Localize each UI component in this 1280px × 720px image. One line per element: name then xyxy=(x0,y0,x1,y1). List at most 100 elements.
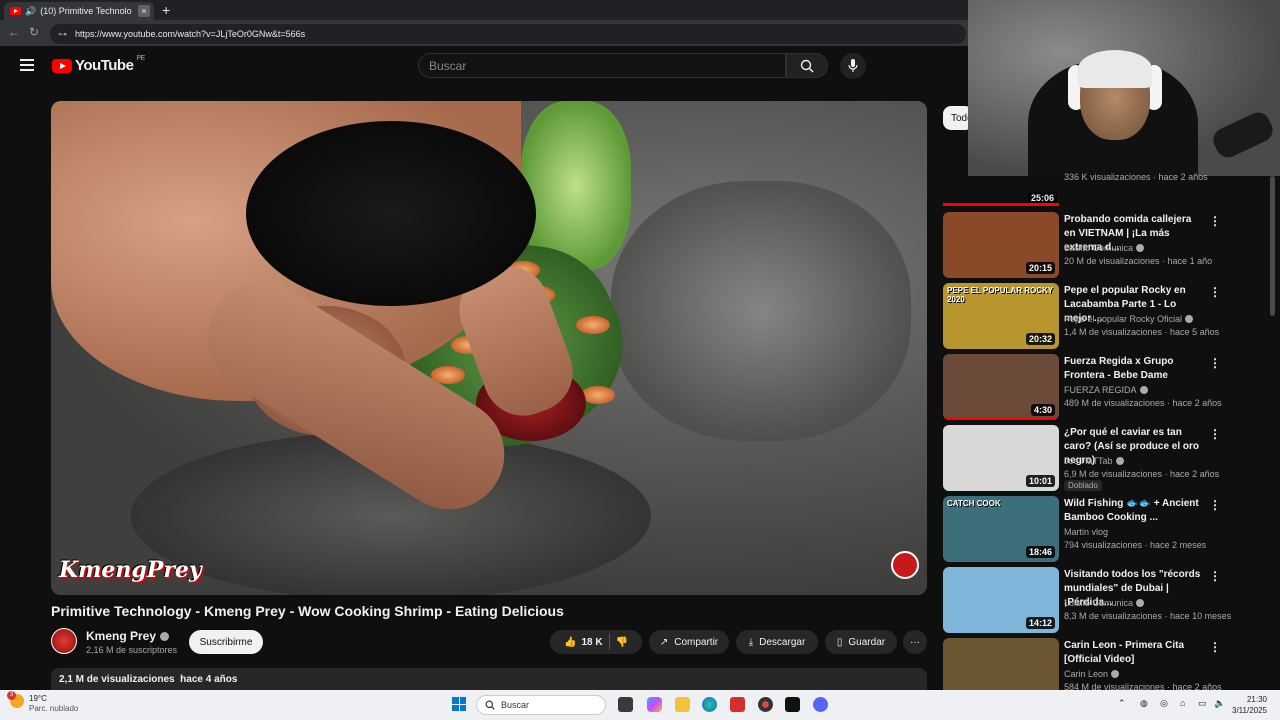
watch-progress xyxy=(943,417,1059,420)
search-button[interactable] xyxy=(786,53,828,78)
windows-start-icon[interactable] xyxy=(452,697,466,711)
youtube-logo[interactable]: YouTube PE xyxy=(52,55,145,74)
new-tab-button[interactable]: + xyxy=(162,2,170,18)
description-box[interactable]: 2,1 M de visualizaciones hace 4 años xyxy=(51,668,927,690)
thumbs-up-icon: 👍 xyxy=(563,636,577,648)
tab-close-icon[interactable]: × xyxy=(138,5,150,17)
url-text: https://www.youtube.com/watch?v=JLjTeOr0… xyxy=(75,29,306,39)
taskbar-search[interactable]: Buscar xyxy=(476,695,606,715)
recommended-channel[interactable]: Martin vlog xyxy=(1064,527,1108,537)
file-explorer-icon[interactable] xyxy=(675,697,690,712)
recommended-channel[interactable]: Luisito Comunica xyxy=(1064,243,1145,253)
volume-icon[interactable]: 🔈 xyxy=(1214,698,1225,709)
copilot-icon[interactable] xyxy=(647,697,662,712)
video-thumbnail[interactable]: 4:30 xyxy=(943,354,1059,420)
save-button[interactable]: ▯ Guardar xyxy=(825,630,897,654)
sidebar-scrollbar[interactable] xyxy=(1270,176,1275,316)
dislike-button[interactable]: 👎 xyxy=(616,637,628,648)
rock-shape xyxy=(611,181,911,441)
more-options-icon[interactable]: ⋮ xyxy=(1209,214,1221,228)
more-options-icon[interactable]: ⋮ xyxy=(1209,285,1221,299)
channel-watermark: KmengPrey xyxy=(59,557,202,583)
more-options-icon[interactable]: ⋮ xyxy=(1209,427,1221,441)
address-bar[interactable]: ⊶ https://www.youtube.com/watch?v=JLjTeO… xyxy=(50,24,966,44)
search-input[interactable]: Buscar xyxy=(418,53,786,78)
app-icon[interactable] xyxy=(730,697,745,712)
system-clock[interactable]: 21:30 3/11/2025 xyxy=(1232,694,1267,716)
edge-browser-icon[interactable] xyxy=(702,697,717,712)
recommended-channel[interactable]: Luisito Comunica xyxy=(1064,598,1145,608)
recommended-video[interactable]: 20:15 Probando comida callejera en VIETNA… xyxy=(943,212,1273,278)
webcam-overlay xyxy=(968,0,1280,176)
subscribe-button[interactable]: Suscribirme xyxy=(189,630,263,654)
streamer-cap xyxy=(1078,50,1152,88)
recommended-video[interactable]: 10:01 ¿Por qué el caviar es tan caro? (As… xyxy=(943,425,1273,491)
reload-icon[interactable]: ↻ xyxy=(29,25,39,39)
search-placeholder: Buscar xyxy=(429,58,467,73)
like-count: 18 K xyxy=(581,636,603,648)
browser-tab[interactable]: 🔊 (10) Primitive Technology - K × xyxy=(4,2,154,20)
recommended-channel[interactable]: Carin Leon xyxy=(1064,669,1120,679)
share-label: Compartir xyxy=(674,636,719,648)
recommended-video-meta: 6,9 M de visualizaciones · hace 2 años xyxy=(1064,469,1220,479)
recommended-video-title[interactable]: Wild Fishing 🐟🐟 + Ancient Bamboo Cooking… xyxy=(1064,497,1204,525)
tray-app-icon[interactable]: ◍ xyxy=(1140,698,1148,709)
video-thumbnail[interactable]: PEPE EL POPULAR ROCKY 2020 20:32 xyxy=(943,283,1059,349)
verified-icon xyxy=(1136,599,1145,607)
recommended-video[interactable]: 14:12 Visitando todos los "récords mundia… xyxy=(943,567,1273,633)
download-button[interactable]: ⤓ Descargar xyxy=(736,630,818,654)
channel-branding-icon[interactable] xyxy=(891,551,919,579)
recommended-video[interactable]: 4:30 Fuerza Regida x Grupo Frontera - Beb… xyxy=(943,354,1273,420)
youtube-play-icon xyxy=(52,58,72,73)
more-options-icon[interactable]: ⋮ xyxy=(1209,569,1221,583)
recommended-channel[interactable]: FUERZA REGIDA xyxy=(1064,385,1148,395)
recommended-video-title[interactable]: Carin Leon - Primera Cita [Official Vide… xyxy=(1064,639,1204,667)
share-button[interactable]: ↗ Compartir xyxy=(649,630,729,654)
channel-name[interactable]: Kmeng Prey xyxy=(86,629,170,643)
site-info-icon[interactable]: ⊶ xyxy=(58,29,67,40)
more-options-icon[interactable]: ⋮ xyxy=(1209,356,1221,370)
recommended-channel-name: Luisito Comunica xyxy=(1064,243,1134,253)
video-thumbnail[interactable]: CATCH COOK 18:46 xyxy=(943,496,1059,562)
channel-avatar[interactable] xyxy=(51,628,77,654)
shrimp xyxy=(576,316,610,334)
recommended-channel-name: Martin vlog xyxy=(1064,527,1109,537)
tab-title: (10) Primitive Technology - K xyxy=(40,6,132,16)
verified-icon xyxy=(1111,670,1120,678)
video-thumbnail[interactable]: 10:01 xyxy=(943,425,1059,491)
tray-app-icon[interactable]: ◎ xyxy=(1160,698,1168,709)
search-icon xyxy=(485,700,495,710)
chrome-icon[interactable] xyxy=(758,697,773,712)
like-button[interactable]: 👍 18 K xyxy=(564,637,603,648)
speaker-icon[interactable]: 🔊 xyxy=(25,6,36,17)
back-arrow-icon[interactable]: ← xyxy=(8,25,20,39)
recommended-video-title[interactable]: Fuerza Regida x Grupo Frontera - Bebe Da… xyxy=(1064,355,1204,383)
download-icon: ⤓ xyxy=(748,636,754,648)
network-icon[interactable]: ⌂ xyxy=(1180,698,1185,708)
video-thumbnail[interactable]: 20:15 xyxy=(943,212,1059,278)
app-icon[interactable] xyxy=(785,697,800,712)
task-view-icon[interactable] xyxy=(618,697,633,712)
recommended-channel[interactable]: Joe HaTTab xyxy=(1064,456,1124,466)
recommended-video[interactable]: CATCH COOK 18:46 Wild Fishing 🐟🐟 + Ancient… xyxy=(943,496,1273,562)
video-player[interactable]: KmengPrey xyxy=(51,101,927,595)
recommended-video[interactable]: PEPE EL POPULAR ROCKY 2020 20:32 Pepe el p… xyxy=(943,283,1273,349)
video-thumbnail[interactable]: 14:12 xyxy=(943,567,1059,633)
video-duration: 20:32 xyxy=(1025,333,1055,345)
temperature: 19°C xyxy=(29,694,47,703)
voice-search-button[interactable] xyxy=(840,53,866,79)
display-icon[interactable]: ▭ xyxy=(1198,698,1207,709)
more-options-icon[interactable]: ⋮ xyxy=(1209,498,1221,512)
weather-widget[interactable]: 19°C Parc. nublado xyxy=(7,691,78,714)
more-actions-button[interactable]: ··· xyxy=(903,630,927,654)
video-duration: 10:01 xyxy=(1025,475,1055,487)
more-options-icon[interactable]: ⋮ xyxy=(1209,640,1221,654)
discord-icon[interactable] xyxy=(813,697,828,712)
recommended-channel[interactable]: Pepe el popular Rocky Oficial xyxy=(1064,314,1194,324)
youtube-favicon-icon xyxy=(10,7,21,15)
thumbnail-text: CATCH COOK xyxy=(947,499,1001,508)
share-arrow-icon: ↗ xyxy=(659,636,669,648)
menu-icon[interactable] xyxy=(20,59,34,71)
chevron-up-icon[interactable]: ⌃ xyxy=(1118,698,1126,709)
search-icon xyxy=(800,59,814,72)
